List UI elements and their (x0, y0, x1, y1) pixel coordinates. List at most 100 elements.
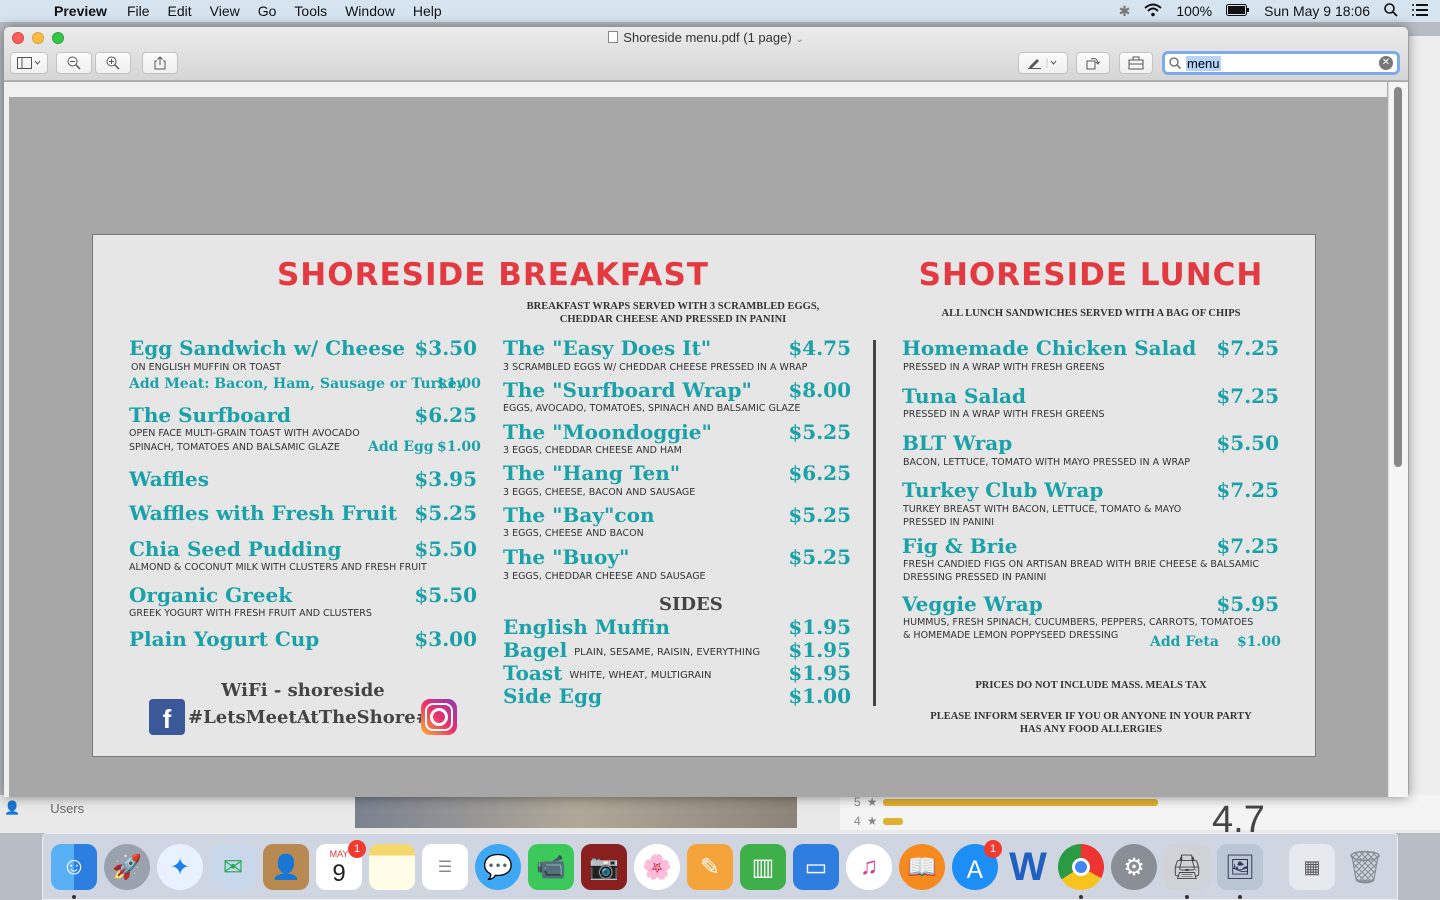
messages-icon[interactable]: 💬 (475, 844, 521, 890)
photos-icon[interactable]: 🌸 (634, 844, 680, 890)
menu-view[interactable]: View (210, 3, 240, 19)
menu-item-price: $6.25 (414, 403, 477, 427)
calendar-day: 9 (332, 860, 346, 887)
share-button[interactable] (142, 52, 178, 74)
menu-window[interactable]: Window (345, 3, 395, 19)
menu-item-name: Chia Seed Pudding (129, 537, 342, 561)
menu-item-name: Organic Greek (129, 583, 293, 607)
battery-percent[interactable]: 100% (1176, 3, 1212, 19)
zoom-out-button[interactable] (56, 52, 92, 74)
app-menu[interactable]: Preview (54, 3, 107, 19)
ibooks-icon[interactable]: 📖 (899, 844, 945, 890)
menu-item-desc: 3 EGGS, CHEESE AND BACON (503, 528, 644, 539)
notes-icon[interactable] (369, 844, 415, 890)
launchpad-icon[interactable]: 🚀 (104, 844, 150, 890)
facetime-icon[interactable]: 📹 (528, 844, 574, 890)
contacts-icon[interactable]: 👤 (263, 844, 309, 890)
search-field[interactable]: menu ✕ (1162, 51, 1400, 75)
finder-icon[interactable]: ☺ (51, 844, 97, 890)
window-title-text: Shoreside menu.pdf (1 page) (623, 30, 792, 45)
calendar-icon[interactable]: MAY 9 1 (316, 840, 366, 890)
itunes-icon[interactable]: ♫ (846, 844, 892, 890)
printer-icon[interactable]: 🖨 (1164, 844, 1210, 890)
bluetooth-icon[interactable]: ✱ (1119, 3, 1131, 20)
share-icon (154, 56, 166, 70)
reminders-icon[interactable]: ☰ (422, 844, 468, 890)
menu-file[interactable]: File (127, 3, 150, 19)
zoom-in-icon (106, 56, 120, 70)
menu-edit[interactable]: Edit (168, 3, 192, 19)
downloads-folder-icon[interactable]: ▦ (1289, 844, 1335, 890)
star-icon: ★ (866, 795, 878, 809)
calendar-badge: 1 (348, 840, 366, 858)
sides-heading: SIDES (659, 594, 723, 615)
background-photo (355, 795, 797, 828)
safari-icon[interactable]: ✦ (157, 844, 203, 890)
system-preferences-icon[interactable]: ⚙ (1111, 844, 1157, 890)
notification-center-icon[interactable] (1412, 3, 1428, 19)
menu-item-price: $7.25 (1216, 384, 1279, 408)
instagram-icon (421, 699, 457, 735)
word-icon[interactable]: W (1005, 844, 1051, 890)
add-feta-label: Add Feta (1150, 634, 1219, 650)
scrollbar-thumb[interactable] (1394, 87, 1402, 467)
markup-button[interactable] (1018, 52, 1068, 74)
allergy-note-2: HAS ANY FOOD ALLERGIES (1019, 724, 1163, 735)
menu-go[interactable]: Go (258, 3, 277, 19)
trash-icon[interactable]: 🗑 (1342, 844, 1388, 890)
numbers-icon[interactable]: ▥ (740, 844, 786, 890)
pages-icon[interactable]: ✎ (687, 844, 733, 890)
side-item-price: $1.95 (788, 638, 851, 662)
zoom-in-button[interactable] (95, 52, 131, 74)
sidebar-toggle-button[interactable] (10, 52, 48, 74)
mail-icon[interactable]: ✉ (210, 844, 256, 890)
document-viewport[interactable]: SHORESIDE BREAKFAST BREAKFAST WRAPS SERV… (4, 82, 1387, 797)
menu-item-name: The "Moondoggie" (503, 420, 712, 444)
add-feta-price: $1.00 (1237, 634, 1281, 650)
menu-item-desc: OPEN FACE MULTI-GRAIN TOAST WITH AVOCADO (129, 428, 360, 439)
calendar-month: MAY (329, 849, 349, 859)
menu-item-desc: SPINACH, TOMATOES AND BALSAMIC GLAZE (129, 442, 340, 453)
add-egg-label: Add Egg (368, 439, 434, 455)
menu-item-desc: 3 EGGS, CHEESE, BACON AND SAUSAGE (503, 487, 696, 498)
running-indicator (1185, 895, 1189, 899)
menu-item-desc: PRESSED IN A WRAP WITH FRESH GREENS (903, 409, 1105, 420)
users-label: Users (50, 800, 85, 816)
breakfast-title: SHORESIDE BREAKFAST (276, 257, 709, 293)
sidebar-icon (17, 57, 41, 69)
add-egg-price: $1.00 (437, 439, 481, 455)
background-users-row[interactable]: 👤 Users (0, 800, 84, 816)
menu-item-price: $5.25 (414, 501, 477, 525)
search-input[interactable]: menu (1186, 55, 1221, 71)
menu-tools[interactable]: Tools (294, 3, 327, 19)
document-icon (608, 31, 619, 43)
window-title[interactable]: Shoreside menu.pdf (1 page) ⌄ (4, 30, 1408, 45)
menu-item-price: $5.25 (788, 420, 851, 444)
clear-search-icon[interactable]: ✕ (1379, 56, 1393, 70)
menu-item-price: $6.25 (788, 461, 851, 485)
rating-5-bar (883, 798, 1159, 806)
clock[interactable]: Sun May 9 18:06 (1264, 3, 1370, 19)
menu-item-desc: 3 EGGS, CHEDDAR CHEESE AND HAM (503, 445, 682, 456)
spotlight-icon[interactable] (1384, 2, 1398, 20)
menu-help[interactable]: Help (413, 3, 442, 19)
menu-item-price: $3.50 (414, 336, 477, 360)
add-meat-label: Add Meat: Bacon, Ham, Sausage or Turkey (129, 376, 465, 392)
vertical-scrollbar[interactable] (1388, 82, 1408, 797)
keynote-icon[interactable]: ▭ (793, 844, 839, 890)
facebook-icon: f (149, 699, 185, 735)
battery-icon[interactable] (1226, 3, 1250, 19)
menu-item-name: Homemade Chicken Salad (902, 336, 1197, 360)
rotate-button[interactable] (1076, 52, 1110, 74)
app-store-icon[interactable]: Ａ1 (952, 840, 1002, 890)
photo-booth-icon[interactable]: 📷 (581, 844, 627, 890)
menu-item-price: $8.00 (788, 378, 851, 402)
chrome-icon[interactable] (1058, 844, 1104, 890)
menu-item-name: The "Easy Does It" (503, 336, 712, 360)
toolbox-button[interactable] (1119, 52, 1153, 74)
wifi-icon[interactable] (1144, 3, 1162, 20)
preview-icon[interactable]: 🖼 (1217, 844, 1263, 890)
menu-item-desc: TURKEY BREAST WITH BACON, LETTUCE, TOMAT… (903, 504, 1182, 515)
lunch-subtitle: ALL LUNCH SANDWICHES SERVED WITH A BAG O… (941, 308, 1241, 319)
menu-item-price: $5.50 (414, 583, 477, 607)
